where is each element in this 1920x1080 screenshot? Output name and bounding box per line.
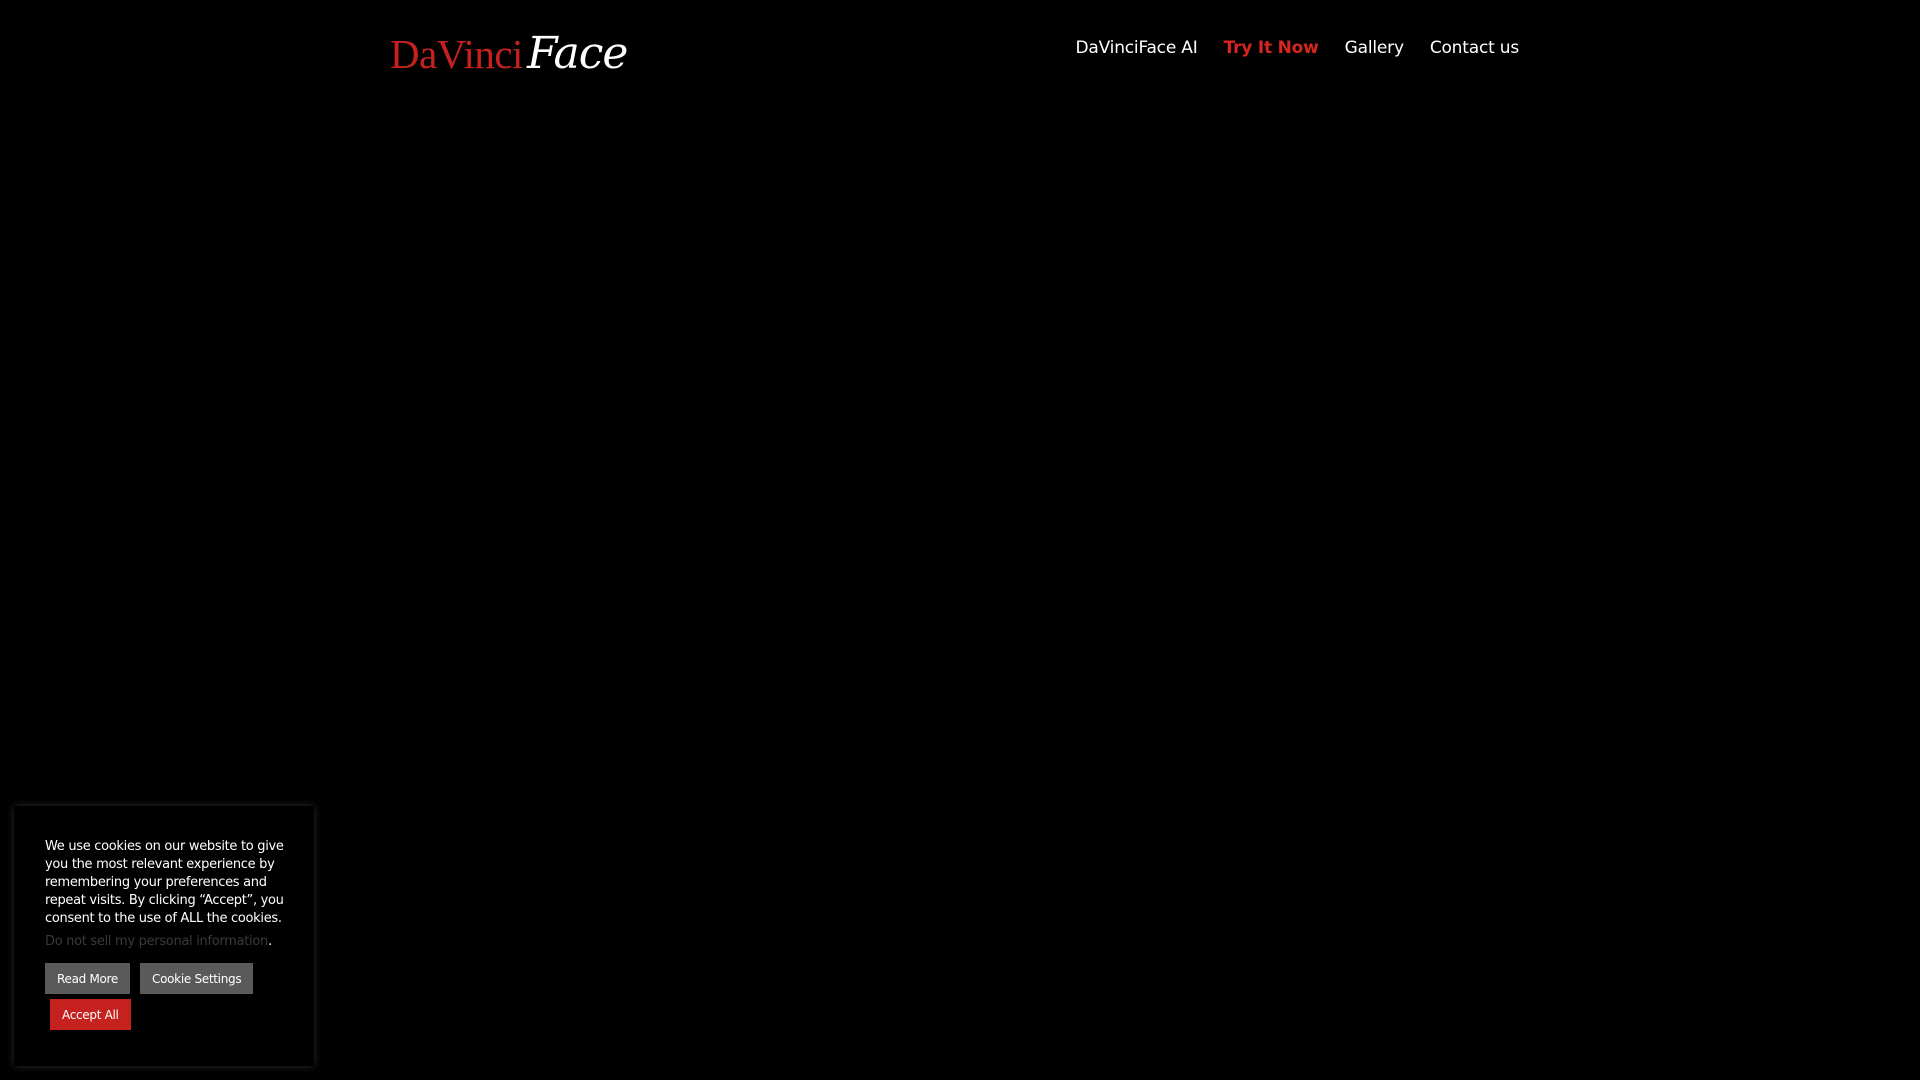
- cookie-message: We use cookies on our website to give yo…: [45, 839, 284, 926]
- logo-text-face: Face: [526, 28, 628, 79]
- read-more-button[interactable]: Read More: [45, 963, 131, 994]
- site-logo[interactable]: DaVinci Face: [390, 28, 628, 79]
- nav-item-try-it-now[interactable]: Try It Now: [1224, 38, 1319, 58]
- page: DaVinci Face DaVinciFace AI Try It Now G…: [0, 0, 1920, 1080]
- accept-all-button[interactable]: Accept All: [50, 999, 131, 1030]
- nav-item-gallery[interactable]: Gallery: [1345, 38, 1404, 58]
- cookie-settings-button[interactable]: Cookie Settings: [140, 963, 254, 994]
- nav-item-davinciface-ai[interactable]: DaVinciFace AI: [1076, 38, 1198, 58]
- logo-text-davinci: DaVinci: [390, 31, 523, 77]
- site-header: DaVinci Face DaVinciFace AI Try It Now G…: [0, 0, 1920, 104]
- cookie-consent-banner: We use cookies on our website to give yo…: [14, 806, 314, 1066]
- main-nav: DaVinciFace AI Try It Now Gallery Contac…: [1076, 38, 1520, 58]
- cookie-optout: Do not sell my personal information.: [45, 933, 284, 951]
- nav-item-contact-us[interactable]: Contact us: [1430, 38, 1519, 58]
- optout-period: .: [267, 934, 272, 949]
- cookie-button-row: Read More Cookie Settings: [45, 963, 284, 994]
- do-not-sell-link[interactable]: Do not sell my personal information: [45, 934, 268, 949]
